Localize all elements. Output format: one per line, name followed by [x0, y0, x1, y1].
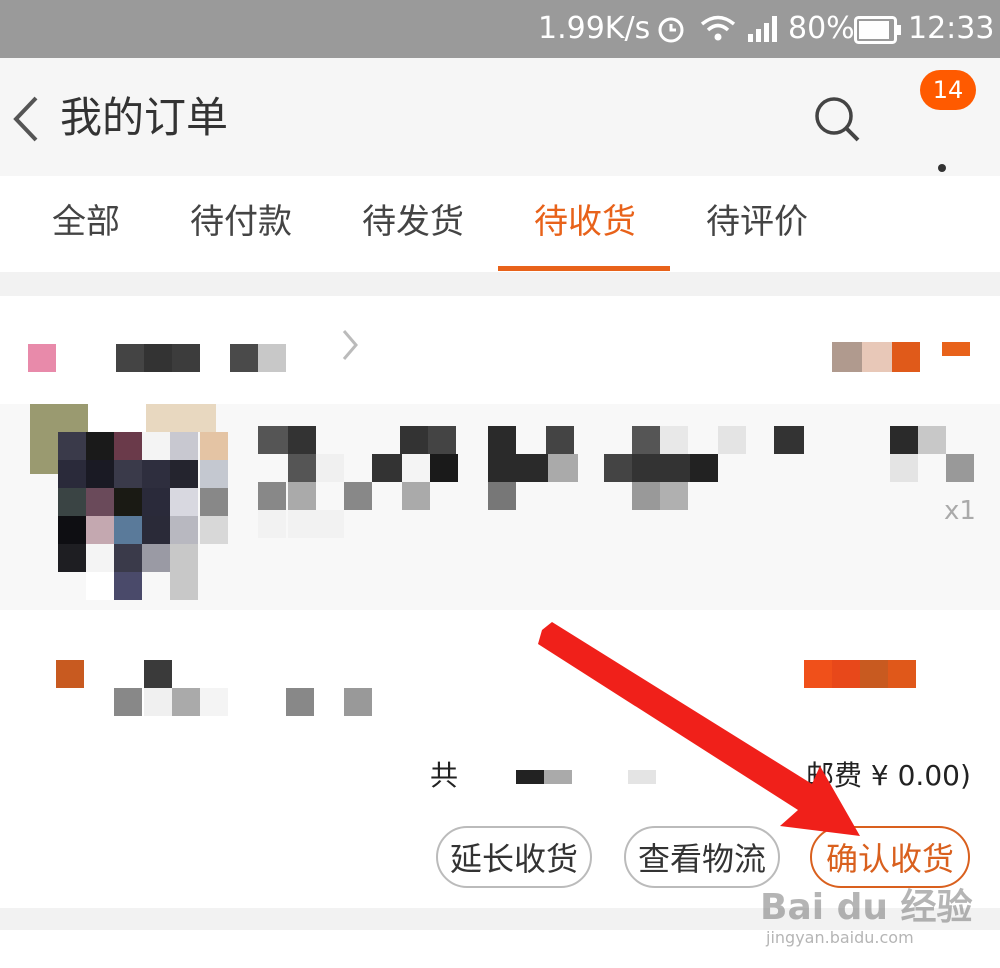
product-item[interactable]: x1: [0, 404, 1000, 610]
tab-pending-payment[interactable]: 待付款: [190, 198, 292, 246]
view-logistics-button[interactable]: 查看物流: [624, 826, 780, 888]
network-speed: 1.99K/s: [538, 11, 651, 46]
quantity: x1: [944, 496, 976, 526]
alarm-icon: [658, 17, 684, 43]
active-tab-indicator: [498, 266, 670, 271]
summary-mosaic: [516, 770, 656, 784]
signal-icon: [748, 16, 777, 42]
order-info-mosaic: [56, 660, 372, 716]
chevron-right-icon: [342, 330, 358, 360]
tab-all[interactable]: 全部: [52, 198, 120, 246]
back-arrow-icon[interactable]: [10, 94, 42, 144]
battery-icon: [854, 16, 901, 44]
battery-percent: 80%: [788, 11, 855, 46]
price-mosaic: [804, 660, 916, 688]
extend-receipt-button[interactable]: 延长收货: [436, 826, 592, 888]
clock: 12:33: [908, 11, 995, 46]
watermark-logo: Bai du 经验: [760, 887, 973, 928]
watermark-url: jingyan.baidu.com: [766, 928, 914, 947]
status-bar: 1.99K/s 80% 12:33: [0, 0, 1000, 58]
order-tabs: 全部 待付款 待发货 待收货 待评价: [0, 176, 1000, 272]
product-thumbnail: [30, 404, 230, 604]
shop-name-mosaic: [28, 344, 286, 372]
wifi-icon: [700, 15, 736, 41]
tab-pending-review[interactable]: 待评价: [706, 198, 808, 246]
notification-badge: 14: [920, 70, 976, 110]
order-status-mosaic: [832, 342, 970, 372]
watermark: Bai du 经验 jingyan.baidu.com: [760, 878, 973, 947]
product-title-mosaic: [258, 426, 974, 538]
shop-row[interactable]: [0, 296, 1000, 396]
page-title: 我的订单: [60, 93, 229, 142]
tab-pending-shipment[interactable]: 待发货: [362, 198, 464, 246]
search-icon[interactable]: [812, 94, 862, 144]
tab-pending-receipt[interactable]: 待收货: [534, 198, 636, 246]
order-summary-tail: 邮费 ¥ 0.00): [806, 759, 971, 792]
order-summary-prefix: 共: [430, 759, 459, 792]
app-header: 我的订单: [0, 58, 1000, 196]
order-card[interactable]: x1 共 邮费 ¥ 0.00) 延长收货 查看物流 确认收货: [0, 296, 1000, 908]
